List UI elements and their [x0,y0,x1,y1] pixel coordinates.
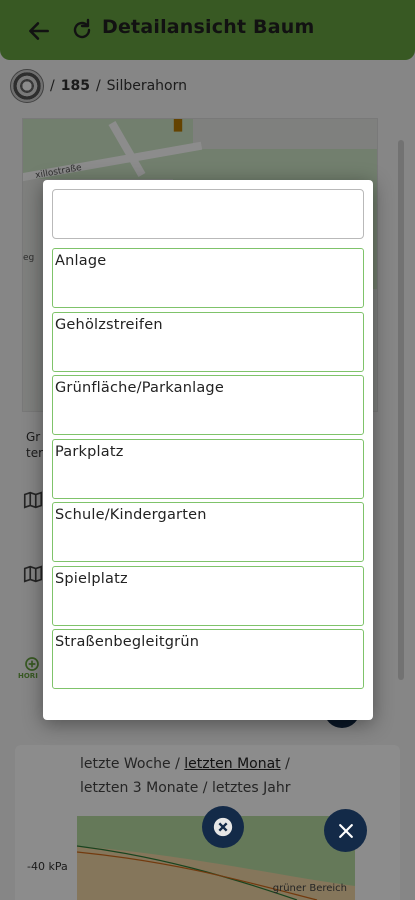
clear-circle-icon [213,817,233,837]
option-gruenflaeche-parkanlage[interactable]: Grünfläche/Parkanlage [52,375,364,435]
search-input[interactable] [52,189,364,239]
option-strassenbegleitgruen[interactable]: Straßenbegleitgrün [52,629,364,689]
close-button[interactable] [324,809,367,852]
close-icon [338,823,353,838]
option-schule-kindergarten[interactable]: Schule/Kindergarten [52,502,364,562]
option-spielplatz[interactable]: Spielplatz [52,566,364,626]
clear-selection-button[interactable] [202,806,244,848]
option-parkplatz[interactable]: Parkplatz [52,439,364,499]
option-gehoelzstreifen[interactable]: Gehölzstreifen [52,312,364,372]
option-anlage[interactable]: Anlage [52,248,364,308]
select-dialog: Anlage Gehölzstreifen Grünfläche/Parkanl… [43,180,373,720]
